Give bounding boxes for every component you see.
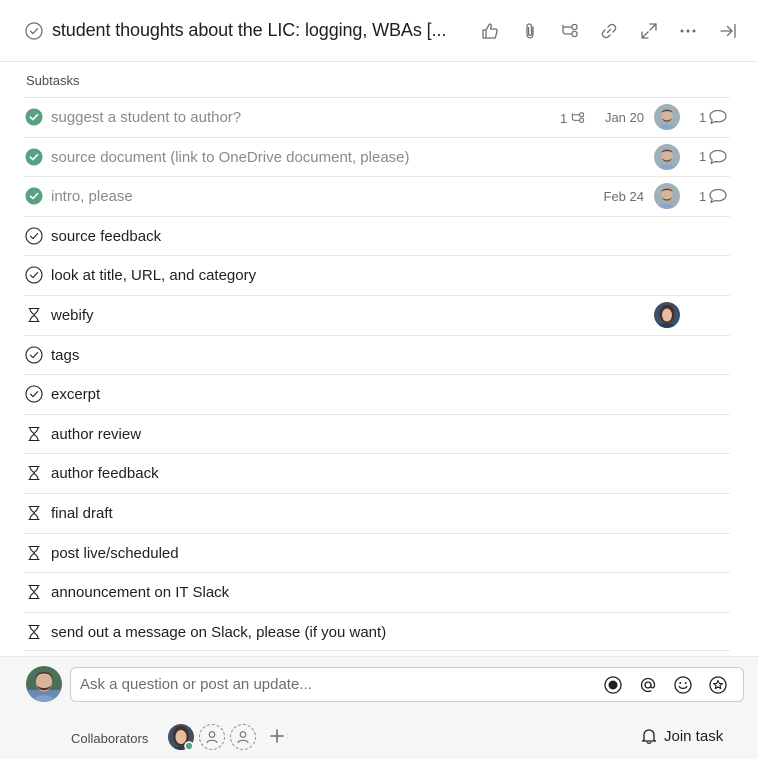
complete-task-check-icon[interactable] [25,22,43,40]
hourglass-icon[interactable] [25,504,43,522]
due-date[interactable]: Feb 24 [604,189,644,204]
subtask-row[interactable]: author feedback [24,453,730,493]
comment-count[interactable]: 1 [699,188,728,204]
check-circle-icon[interactable] [25,346,43,364]
subtask-row[interactable]: author review [24,413,730,454]
subtask-name[interactable]: final draft [51,505,113,522]
attachment-icon [526,23,534,39]
subtask-list: suggest a student to author? 1 Jan 20 1 sour… [24,97,730,652]
link-icon [601,23,617,39]
subtask-name[interactable]: source feedback [51,228,161,245]
subtask-row[interactable]: webify [24,294,730,335]
hourglass-icon[interactable] [25,544,43,562]
full-screen-button[interactable] [637,19,661,43]
user-icon [237,731,249,744]
comment-icon [709,109,727,125]
subtask-row[interactable]: post live/scheduled [24,532,730,573]
subtask-count[interactable]: 1 [560,110,586,126]
current-user-avatar [26,666,62,702]
assignee-avatar[interactable] [654,183,680,210]
close-details-button[interactable] [716,19,740,43]
join-task-label: Join task [664,727,724,745]
comment-count[interactable]: 1 [699,109,728,125]
subtask-name[interactable]: excerpt [51,386,100,403]
more-actions-button[interactable] [676,19,700,43]
copy-link-button[interactable] [597,19,621,43]
subtask-row[interactable]: intro, please Feb 24 1 [24,176,730,216]
check-circle-icon[interactable] [25,385,43,403]
add-collaborator-slot-2[interactable] [230,724,256,750]
subtask-name[interactable]: tags [51,347,79,364]
comment-count-value: 1 [699,188,707,204]
assignee-avatar[interactable] [654,301,680,328]
star-icon[interactable] [708,675,728,695]
record-icon[interactable] [603,675,623,695]
task-title[interactable]: student thoughts about the LIC: logging,… [52,20,446,41]
subtask-name[interactable]: send out a message on Slack, please (if … [51,624,386,641]
subtask-row[interactable]: send out a message on Slack, please (if … [24,611,730,652]
subtask-row[interactable]: source document (link to OneDrive docume… [24,136,730,177]
comment-icon [709,189,727,204]
close-panel-icon [720,23,736,39]
hourglass-icon[interactable] [25,306,43,324]
bell-icon [641,729,657,744]
subtask-row[interactable]: excerpt [24,374,730,414]
add-subtask-button[interactable] [558,19,582,43]
subtask-row[interactable]: look at title, URL, and category [24,255,730,295]
subtask-icon [572,112,585,123]
subtask-name[interactable]: post live/scheduled [51,545,179,562]
comment-count[interactable]: 1 [699,149,728,165]
check-circle-icon[interactable] [25,227,43,245]
hourglass-icon[interactable] [25,583,43,601]
subtask-name[interactable]: look at title, URL, and category [51,267,256,284]
emoji-icon[interactable] [673,675,693,695]
assignee-avatar[interactable] [654,104,680,130]
add-collaborator-slot-1[interactable] [199,724,225,750]
attach-button[interactable] [518,19,542,43]
comment-input[interactable] [80,668,580,701]
subtask-name[interactable]: source document (link to OneDrive docume… [51,149,410,166]
subtask-name[interactable]: announcement on IT Slack [51,584,229,601]
comment-count-value: 1 [699,149,707,165]
completed-check-icon[interactable] [25,148,43,166]
join-task-button[interactable]: Join task [640,727,723,745]
more-icon [680,29,696,33]
subtask-name[interactable]: intro, please [51,188,133,205]
subtask-count-value: 1 [560,110,568,126]
assignee-avatar[interactable] [654,143,680,170]
hourglass-icon[interactable] [25,425,43,443]
like-button[interactable] [478,19,502,43]
collaborators-label: Collaborators [71,731,149,746]
like-icon [482,23,498,39]
subtask-row[interactable]: final draft [24,492,730,533]
subtask-name[interactable]: suggest a student to author? [51,109,241,126]
check-circle-icon[interactable] [25,266,43,284]
hourglass-icon[interactable] [25,623,43,641]
completed-check-icon[interactable] [25,187,43,205]
subtasks-heading: Subtasks [26,73,80,88]
comment-box[interactable] [70,667,744,702]
user-icon [206,731,218,744]
collaborator-avatar[interactable] [168,724,194,751]
task-header: student thoughts about the LIC: logging,… [0,0,758,62]
comment-count-value: 1 [699,109,707,125]
subtask-row[interactable]: tags [24,334,730,375]
subtask-icon [562,23,578,38]
subtask-name[interactable]: author review [51,426,141,443]
completed-check-icon[interactable] [25,108,43,126]
comment-icon [709,149,727,164]
subtask-row[interactable]: suggest a student to author? 1 Jan 20 1 [24,97,730,137]
mention-icon[interactable] [638,675,658,695]
due-date[interactable]: Jan 20 [605,110,644,125]
subtask-name[interactable]: webify [51,307,94,324]
subtask-row[interactable]: announcement on IT Slack [24,572,730,612]
subtask-row[interactable]: source feedback [24,215,730,256]
add-collaborator-plus-icon[interactable] [268,727,286,745]
subtask-name[interactable]: author feedback [51,465,159,482]
expand-icon [641,23,657,39]
hourglass-icon[interactable] [25,464,43,482]
